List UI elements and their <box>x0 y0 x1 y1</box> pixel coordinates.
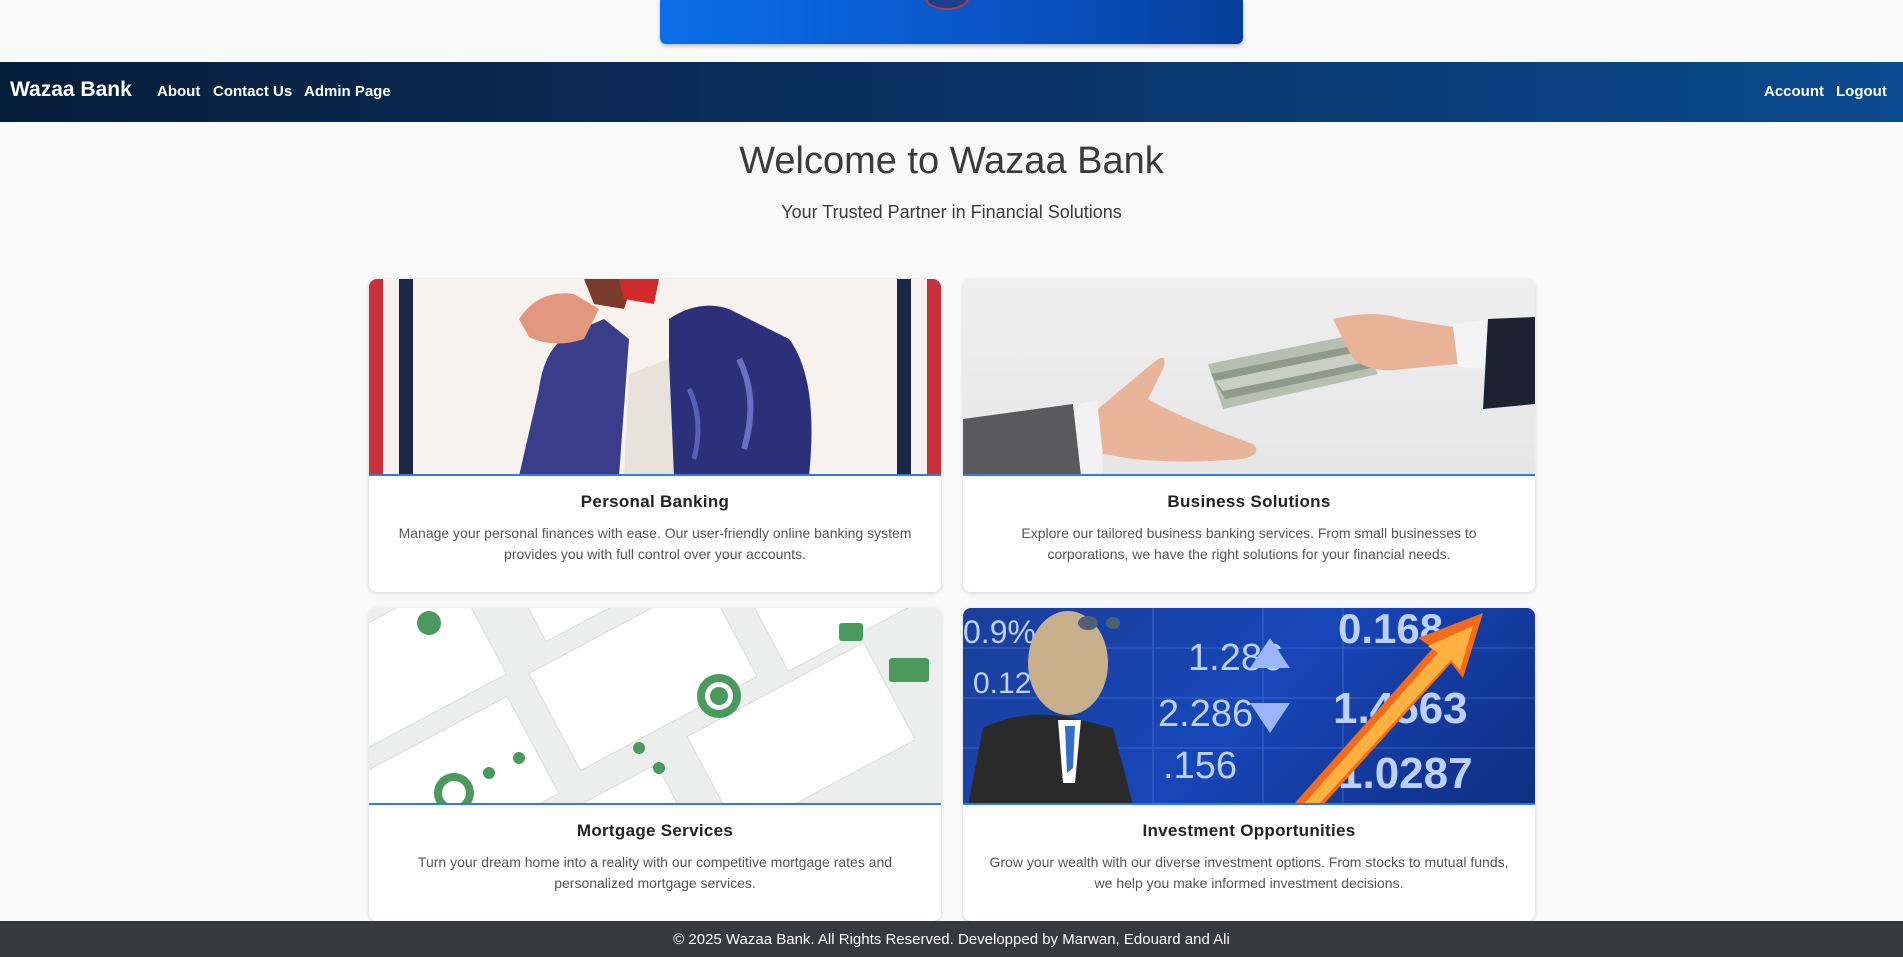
nav-admin-page[interactable]: Admin Page <box>304 83 391 100</box>
ticker-text: 0.168 <box>1338 608 1443 652</box>
banner-logo-mark <box>925 0 969 10</box>
footer: © 2025 Wazaa Bank. All Rights Reserved. … <box>0 921 1903 957</box>
brand-logo[interactable]: Wazaa Bank <box>10 78 132 102</box>
card-description: Grow your wealth with our diverse invest… <box>989 854 1509 891</box>
ticker-text: 2.286 <box>1158 693 1253 735</box>
card-title: Investment Opportunities <box>1142 821 1356 840</box>
card-business-solutions[interactable]: Business Solutions Explore our tailored … <box>963 279 1535 592</box>
investment-opportunities-image: 0.9% 0.12% 1.286 2.286 .156 0.168 1.4563… <box>963 608 1535 805</box>
card-description: Turn your dream home into a reality with… <box>417 854 893 891</box>
top-banner-area <box>0 0 1903 62</box>
nav-contact-us[interactable]: Contact Us <box>213 83 292 100</box>
ticker-text: 0.9% <box>963 614 1036 650</box>
personal-banking-image <box>369 279 941 476</box>
card-title: Mortgage Services <box>576 821 734 840</box>
nav-account[interactable]: Account <box>1764 83 1824 100</box>
card-mortgage-services[interactable]: Mortgage Services Turn your dream home i… <box>369 608 941 921</box>
card-description: Explore our tailored business banking se… <box>1021 525 1477 562</box>
business-solutions-image <box>963 279 1535 476</box>
page-title: Welcome to Wazaa Bank <box>739 140 1164 182</box>
nav-about[interactable]: About <box>157 83 200 100</box>
nav-logout[interactable]: Logout <box>1836 83 1887 100</box>
ticker-text: .156 <box>1163 745 1237 787</box>
card-personal-banking[interactable]: Personal Banking Manage your personal fi… <box>369 279 941 592</box>
mortgage-services-image <box>369 608 941 805</box>
card-title: Business Solutions <box>1167 492 1331 511</box>
card-investment-opportunities[interactable]: 0.9% 0.12% 1.286 2.286 .156 0.168 1.4563… <box>963 608 1535 921</box>
navbar: Wazaa Bank About Contact Us Admin Page A… <box>0 62 1903 122</box>
card-title: Personal Banking <box>580 492 730 511</box>
page-subtitle: Your Trusted Partner in Financial Soluti… <box>781 202 1122 222</box>
card-description: Manage your personal finances with ease.… <box>398 525 912 562</box>
footer-copyright: © 2025 Wazaa Bank. All Rights Reserved. … <box>673 931 1230 948</box>
top-banner-image <box>660 0 1243 44</box>
